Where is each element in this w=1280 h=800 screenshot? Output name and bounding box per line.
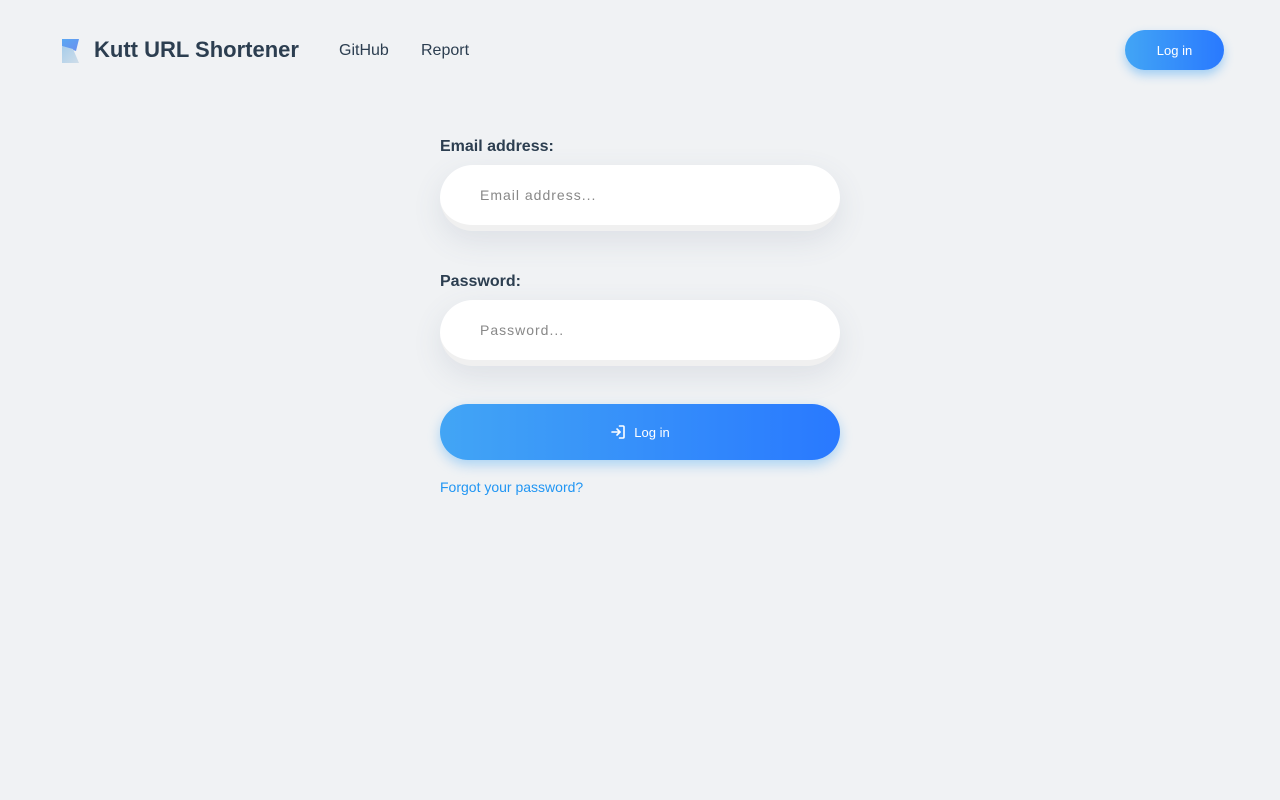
- nav-link-github[interactable]: GitHub: [339, 42, 389, 60]
- header-login-button[interactable]: Log in: [1125, 30, 1224, 70]
- login-submit-button[interactable]: Log in: [440, 404, 840, 460]
- login-icon: [611, 425, 626, 439]
- forgot-password-link[interactable]: Forgot your password?: [440, 479, 583, 495]
- password-label: Password:: [440, 273, 521, 290]
- login-submit-label: Log in: [634, 424, 670, 440]
- kutt-logo-icon: [62, 39, 79, 63]
- home-logo-link[interactable]: Kutt URL Shortener: [60, 36, 299, 64]
- email-input[interactable]: [440, 165, 840, 231]
- nav-link-report[interactable]: Report: [421, 42, 469, 60]
- brand-name: Kutt URL Shortener: [94, 37, 299, 62]
- password-input[interactable]: [440, 300, 840, 366]
- email-label: Email address:: [440, 138, 554, 155]
- top-header: Kutt URL Shortener GitHub Report Log in: [0, 0, 1280, 100]
